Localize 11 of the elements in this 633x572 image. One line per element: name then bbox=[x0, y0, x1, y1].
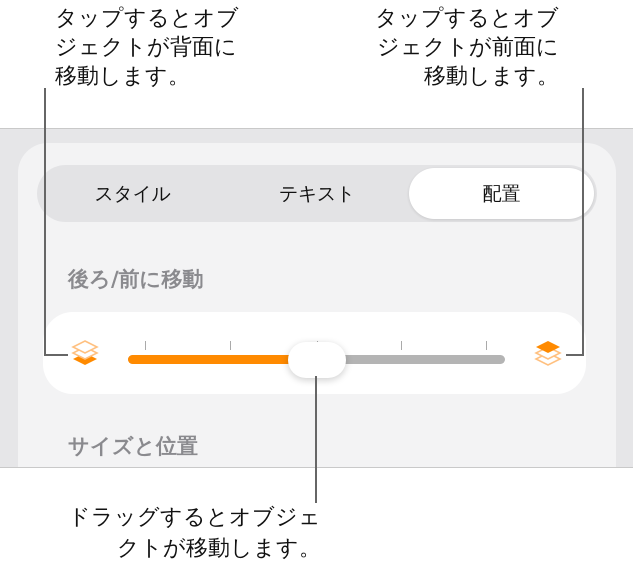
send-backward-icon[interactable] bbox=[70, 338, 100, 368]
section-heading: サイズと位置 bbox=[68, 433, 199, 460]
callout-text: ドラッグするとオブジェクトが移動します。 bbox=[67, 504, 321, 563]
tab[interactable]: テキスト bbox=[224, 168, 410, 219]
section-heading: 後ろ/前に移動 bbox=[68, 266, 205, 293]
tab[interactable]: 配置 bbox=[409, 168, 594, 219]
slider-thumb[interactable] bbox=[288, 342, 346, 378]
tab[interactable]: スタイル bbox=[40, 168, 225, 219]
callout-text: タップするとオブジェクトが背面に移動します。 bbox=[55, 5, 240, 91]
callout-text: タップするとオブジェクトが前面に移動します。 bbox=[374, 5, 559, 91]
bring-forward-icon[interactable] bbox=[533, 338, 563, 368]
